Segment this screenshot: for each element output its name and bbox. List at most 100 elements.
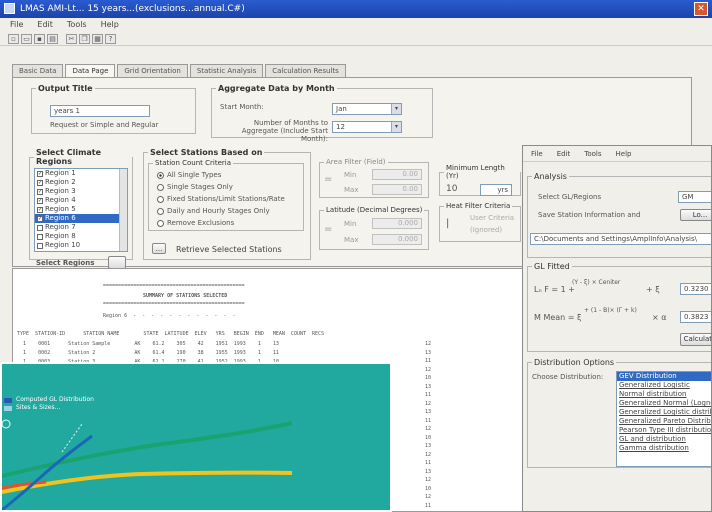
area-filter-legend: Area Filter (Field) bbox=[326, 158, 386, 166]
region-item[interactable]: Region 10 bbox=[35, 241, 127, 250]
retrieve-stations-link[interactable]: Retrieve Selected Stations bbox=[176, 245, 282, 254]
distribution-option[interactable]: GL and distribution bbox=[617, 435, 711, 444]
checkbox[interactable] bbox=[37, 233, 43, 240]
help-icon[interactable]: ? bbox=[105, 33, 116, 44]
equation1-rhs: + ξ bbox=[646, 285, 660, 294]
station-criteria-radio[interactable]: All Single Types bbox=[157, 171, 221, 179]
checkbox[interactable]: ✓ bbox=[37, 179, 43, 186]
retrieve-options-button[interactable]: ... bbox=[152, 243, 166, 254]
dist-menu-tools[interactable]: Tools bbox=[584, 146, 601, 161]
distribution-window: File Edit Tools Help Analysis Select GL/… bbox=[522, 145, 712, 512]
area-max-input[interactable]: 0.00 bbox=[372, 184, 422, 195]
open-icon[interactable]: ▭ bbox=[21, 33, 32, 44]
path-field[interactable]: C:\Documents and Settings\AmplInfo\Analy… bbox=[530, 233, 711, 245]
report-row: 1 0002 Station 2 AK 61.4 190 38 1955 199… bbox=[17, 350, 279, 356]
dist-menu-file[interactable]: File bbox=[531, 146, 543, 161]
distribution-selected[interactable]: GEV Distribution bbox=[617, 372, 711, 381]
region-item[interactable]: Region 8 bbox=[35, 232, 127, 241]
menu-tools[interactable]: Tools bbox=[67, 18, 87, 32]
equation1-value[interactable]: 0.3230 bbox=[680, 283, 711, 295]
latitude-equals-icon: = bbox=[324, 224, 333, 235]
tab-calculation-results[interactable]: Calculation Results bbox=[265, 64, 346, 78]
checkbox[interactable] bbox=[37, 242, 43, 249]
radio-dot[interactable] bbox=[157, 195, 164, 203]
regions-listbox[interactable]: ✓ Region 1 ✓ Region 2 ✓ Region 3 ✓ Region 4 ✓ Reg… bbox=[34, 168, 128, 252]
radio-dot[interactable] bbox=[157, 207, 164, 215]
region-item[interactable]: ✓ Region 3 bbox=[35, 187, 127, 196]
region-item[interactable]: Region 7 bbox=[35, 223, 127, 232]
start-month-select[interactable]: Jan ▾ bbox=[332, 103, 402, 115]
area-min-input[interactable]: 0.00 bbox=[372, 169, 422, 180]
station-criteria-radio[interactable]: Daily and Hourly Stages Only bbox=[157, 207, 270, 215]
tab-statistic-analysis[interactable]: Statistic Analysis bbox=[189, 64, 264, 78]
menu-edit[interactable]: Edit bbox=[37, 18, 53, 32]
equation2-value[interactable]: 0.3823 bbox=[680, 311, 711, 323]
select-regions-input[interactable]: GM bbox=[678, 191, 711, 203]
region-label: Region 6 bbox=[45, 214, 76, 222]
menu-file[interactable]: File bbox=[10, 18, 23, 32]
dist-menu-help[interactable]: Help bbox=[616, 146, 632, 161]
checkbox[interactable]: ✓ bbox=[37, 206, 43, 213]
regions-scrollbar[interactable] bbox=[119, 169, 127, 251]
tab-basic-data[interactable]: Basic Data bbox=[12, 64, 64, 78]
select-regions-label: Select Regions bbox=[36, 259, 95, 267]
station-criteria-radio[interactable]: Single Stages Only bbox=[157, 183, 233, 191]
distribution-option[interactable]: Generalized Logistic distribution bbox=[617, 408, 711, 417]
close-button[interactable]: ✕ bbox=[694, 2, 708, 16]
tab-grid-orientation[interactable]: Grid Orientation bbox=[117, 64, 188, 78]
checkbox[interactable]: ✓ bbox=[37, 170, 43, 177]
analysis-legend: Analysis bbox=[534, 172, 567, 181]
station-criteria-radio[interactable]: Fixed Stations/Limit Stations/Rate bbox=[157, 195, 285, 203]
months-aggregate-select[interactable]: 12 ▾ bbox=[332, 121, 402, 133]
paste-icon[interactable]: ▦ bbox=[92, 33, 103, 44]
record-length-input[interactable]: yrs bbox=[480, 184, 512, 196]
report-count-cell: 11 bbox=[425, 502, 432, 509]
region-item[interactable]: ✓ Region 2 bbox=[35, 178, 127, 187]
region-item[interactable]: ✓ Region 1 bbox=[35, 169, 127, 178]
report-count-cell: 12 bbox=[425, 451, 432, 458]
climate-regions-legend: Select Climate Regions bbox=[36, 148, 102, 166]
output-title-input[interactable]: years 1 bbox=[50, 105, 150, 117]
report-count-cell: 12 bbox=[425, 426, 432, 432]
copy-icon[interactable]: ❐ bbox=[79, 33, 90, 44]
dist-menu-edit[interactable]: Edit bbox=[557, 146, 571, 161]
checkbox[interactable]: ✓ bbox=[37, 215, 43, 222]
radio-dot[interactable] bbox=[157, 219, 164, 227]
checkbox[interactable]: ✓ bbox=[37, 197, 43, 204]
region-item[interactable]: ✓ Region 4 bbox=[35, 196, 127, 205]
tab-data-page[interactable]: Data Page bbox=[65, 64, 116, 78]
load-button[interactable]: Lo... bbox=[680, 209, 711, 221]
checkbox[interactable]: ✓ bbox=[37, 188, 43, 195]
heat-filter-toggle[interactable]: | bbox=[446, 218, 449, 229]
region-label: Region 2 bbox=[45, 178, 76, 186]
climate-regions-group: Select Climate Regions ✓ Region 1 ✓ Region … bbox=[29, 148, 133, 269]
distribution-option[interactable]: Gamma distribution bbox=[617, 444, 711, 453]
region-item[interactable]: ✓ Region 5 bbox=[35, 205, 127, 214]
stations-group: Select Stations Based on Station Count C… bbox=[143, 148, 311, 260]
latitude-max-input[interactable]: 0.000 bbox=[372, 234, 422, 245]
region-item[interactable]: ✓ Region 6 bbox=[35, 214, 127, 223]
calculate-button[interactable]: Calculate bbox=[680, 333, 711, 346]
latitude-min-input[interactable]: 0.000 bbox=[372, 218, 422, 229]
report-count-cell: 13 bbox=[425, 409, 432, 415]
radio-dot[interactable] bbox=[157, 183, 164, 191]
print-icon[interactable]: ▤ bbox=[47, 33, 58, 44]
checkbox[interactable] bbox=[37, 224, 43, 231]
report-count-cell: 11 bbox=[425, 392, 432, 398]
menu-help[interactable]: Help bbox=[101, 18, 119, 32]
radio-dot[interactable] bbox=[157, 171, 164, 179]
distribution-option[interactable]: Generalized Pareto Distribution bbox=[617, 417, 711, 426]
output-title-caption: Request or Simple and Regular bbox=[50, 121, 159, 129]
cut-icon[interactable]: ✂ bbox=[66, 33, 77, 44]
report-count-cell: 12 bbox=[425, 477, 432, 483]
distribution-option[interactable]: Generalized Normal (Lognormal) bbox=[617, 399, 711, 408]
save-icon[interactable]: ▪ bbox=[34, 33, 45, 44]
new-icon[interactable]: ▫ bbox=[8, 33, 19, 44]
distribution-option[interactable]: Generalized Logistic bbox=[617, 381, 711, 390]
distribution-option[interactable]: Normal distribution bbox=[617, 390, 711, 399]
distribution-listbox[interactable]: GEV Distribution Generalized Logistic Nor… bbox=[616, 371, 711, 467]
station-criteria-radio[interactable]: Remove Exclusions bbox=[157, 219, 234, 227]
record-length-value: 10 bbox=[446, 184, 458, 194]
distribution-option[interactable]: Pearson Type III distribution bbox=[617, 426, 711, 435]
radio-label: Remove Exclusions bbox=[167, 219, 235, 227]
